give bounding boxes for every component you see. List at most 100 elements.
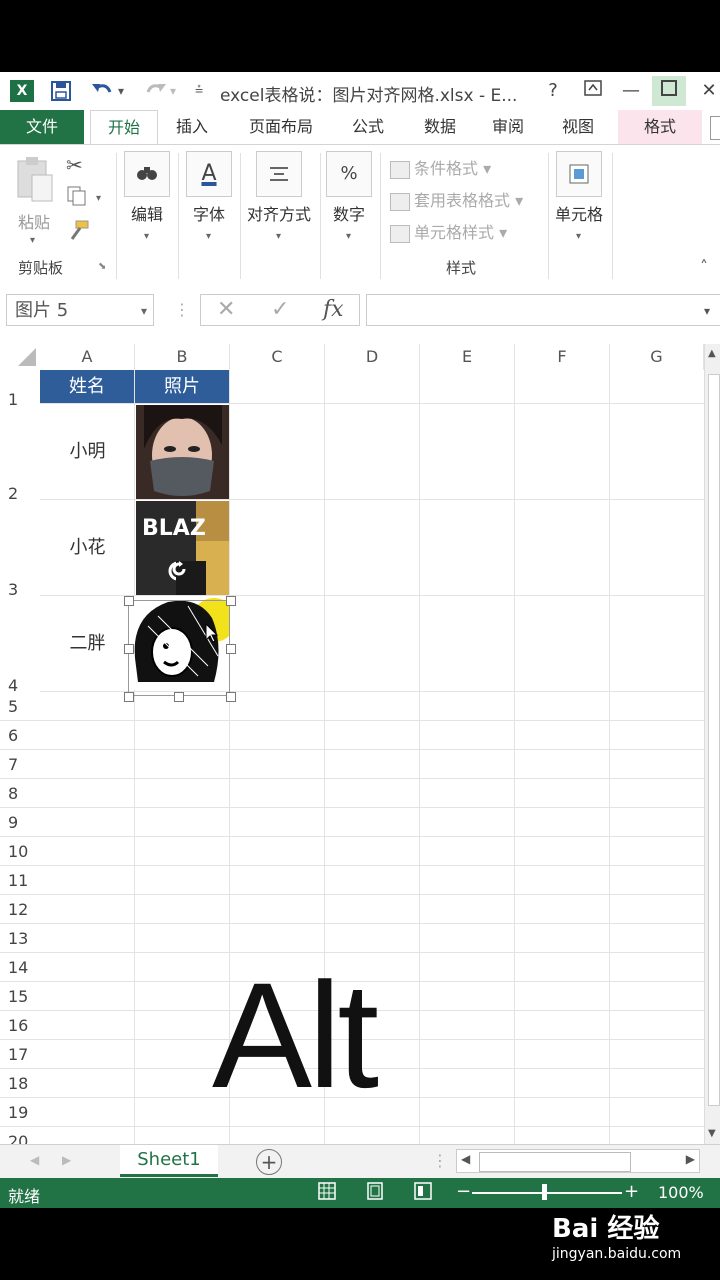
prev-sheet-icon[interactable]: ◀ bbox=[30, 1153, 39, 1167]
cells-dropdown-icon[interactable]: ▾ bbox=[576, 231, 581, 242]
row-header-3[interactable]: 3 bbox=[0, 500, 40, 599]
row-header-8[interactable]: 8 bbox=[0, 779, 40, 808]
redo-dropdown-icon[interactable]: ▾ bbox=[170, 84, 176, 98]
row-header-20[interactable]: 20 bbox=[0, 1127, 40, 1144]
column-header-f[interactable]: F bbox=[515, 344, 610, 370]
tab-split-icon[interactable]: ⋮ bbox=[432, 1151, 448, 1170]
customize-icon[interactable]: ⩮ bbox=[195, 82, 203, 98]
tab-format[interactable]: 格式 bbox=[618, 110, 702, 144]
format-painter-icon[interactable] bbox=[66, 219, 90, 245]
resize-handle[interactable] bbox=[174, 692, 184, 702]
page-layout-icon[interactable] bbox=[366, 1182, 384, 1204]
worksheet-grid[interactable]: A B C D E F G 1 2 3 4 5 6 7 8 9 10 11 12… bbox=[0, 344, 720, 1144]
tab-insert[interactable]: 插入 bbox=[162, 110, 222, 144]
resize-handle[interactable] bbox=[226, 596, 236, 606]
rotate-handle-icon[interactable] bbox=[170, 560, 188, 582]
number-dropdown-icon[interactable]: ▾ bbox=[346, 231, 351, 242]
name-box-dropdown-icon[interactable]: ▾ bbox=[141, 295, 147, 327]
row-header-17[interactable]: 17 bbox=[0, 1040, 40, 1069]
row-header-19[interactable]: 19 bbox=[0, 1098, 40, 1127]
tab-home[interactable]: 开始 bbox=[90, 110, 158, 145]
zoom-in-button[interactable]: + bbox=[624, 1181, 639, 1202]
name-cell[interactable]: 小明 bbox=[40, 404, 135, 500]
drag-handle-icon[interactable]: ⋮ bbox=[174, 300, 190, 319]
editing-dropdown-icon[interactable]: ▾ bbox=[144, 231, 149, 242]
resize-handle[interactable] bbox=[124, 692, 134, 702]
scroll-up-icon[interactable]: ▲ bbox=[708, 348, 716, 359]
cancel-icon[interactable]: ✕ bbox=[217, 297, 235, 322]
scroll-thumb[interactable] bbox=[708, 374, 720, 1106]
close-icon[interactable]: ✕ bbox=[692, 76, 720, 106]
column-header-e[interactable]: E bbox=[420, 344, 515, 370]
scroll-down-icon[interactable]: ▼ bbox=[708, 1128, 716, 1139]
cells-label[interactable]: 单元格 bbox=[550, 201, 608, 225]
row-header-4[interactable]: 4 bbox=[0, 596, 40, 695]
row-header-14[interactable]: 14 bbox=[0, 953, 40, 982]
tab-formulas[interactable]: 公式 bbox=[338, 110, 398, 144]
sheet-tab[interactable]: Sheet1 bbox=[120, 1145, 218, 1177]
vertical-scrollbar[interactable]: ▲ ▼ bbox=[704, 344, 720, 1144]
row-header-7[interactable]: 7 bbox=[0, 750, 40, 779]
next-sheet-icon[interactable]: ▶ bbox=[62, 1153, 71, 1167]
row-header-2[interactable]: 2 bbox=[0, 404, 40, 503]
name-cell[interactable]: 二胖 bbox=[40, 596, 135, 692]
select-all-corner[interactable] bbox=[0, 344, 40, 370]
header-photo-cell[interactable]: 照片 bbox=[135, 370, 230, 404]
row-header-15[interactable]: 15 bbox=[0, 982, 40, 1011]
enter-icon[interactable]: ✓ bbox=[271, 297, 289, 322]
zoom-slider[interactable] bbox=[472, 1192, 622, 1194]
cells-icon[interactable] bbox=[556, 151, 602, 197]
collapse-ribbon-icon[interactable]: ˄ bbox=[700, 257, 708, 276]
expand-formula-icon[interactable]: ▾ bbox=[704, 304, 710, 318]
scroll-right-icon[interactable]: ▶ bbox=[686, 1152, 695, 1166]
save-icon[interactable] bbox=[50, 80, 72, 107]
minimize-icon[interactable]: — bbox=[614, 76, 648, 106]
row-header-13[interactable]: 13 bbox=[0, 924, 40, 953]
conditional-format-button[interactable]: 条件格式 ▾ bbox=[390, 155, 491, 179]
help-button[interactable]: ? bbox=[536, 76, 570, 106]
row-header-1[interactable]: 1 bbox=[0, 370, 40, 409]
header-name-cell[interactable]: 姓名 bbox=[40, 370, 135, 404]
find-icon[interactable] bbox=[124, 151, 170, 197]
hscroll-thumb[interactable] bbox=[479, 1152, 631, 1172]
clipboard-launcher-icon[interactable]: ⬊ bbox=[98, 261, 106, 272]
row-header-9[interactable]: 9 bbox=[0, 808, 40, 837]
fx-icon[interactable]: fx bbox=[323, 297, 344, 322]
paste-label[interactable]: 粘贴 bbox=[14, 209, 54, 233]
ribbon-display-icon[interactable] bbox=[576, 76, 610, 106]
tab-overflow[interactable] bbox=[710, 116, 720, 140]
column-header-c[interactable]: C bbox=[230, 344, 325, 370]
tab-file[interactable]: 文件 bbox=[0, 110, 84, 144]
alignment-dropdown-icon[interactable]: ▾ bbox=[276, 231, 281, 242]
resize-handle[interactable] bbox=[124, 644, 134, 654]
column-header-g[interactable]: G bbox=[610, 344, 704, 370]
maximize-icon[interactable] bbox=[652, 76, 686, 106]
cell-styles-button[interactable]: 单元格样式 ▾ bbox=[390, 219, 507, 243]
resize-handle[interactable] bbox=[124, 596, 134, 606]
align-icon[interactable] bbox=[256, 151, 302, 197]
excel-app-icon[interactable]: X bbox=[10, 80, 34, 102]
tab-view[interactable]: 视图 bbox=[548, 110, 608, 144]
undo-icon[interactable] bbox=[90, 80, 116, 107]
redo-icon[interactable] bbox=[142, 80, 168, 107]
number-label[interactable]: 数字 bbox=[326, 201, 372, 225]
resize-handle[interactable] bbox=[226, 644, 236, 654]
zoom-slider-thumb[interactable] bbox=[542, 1184, 547, 1200]
tab-page-layout[interactable]: 页面布局 bbox=[238, 110, 324, 144]
row-header-11[interactable]: 11 bbox=[0, 866, 40, 895]
cut-icon[interactable]: ✂ bbox=[66, 153, 83, 177]
add-sheet-button[interactable]: + bbox=[256, 1149, 282, 1175]
tab-review[interactable]: 审阅 bbox=[478, 110, 538, 144]
row-header-5[interactable]: 5 bbox=[0, 692, 40, 721]
zoom-level[interactable]: 100% bbox=[658, 1183, 704, 1202]
selection-frame[interactable] bbox=[128, 600, 230, 696]
column-header-b[interactable]: B bbox=[135, 344, 230, 370]
zoom-out-button[interactable]: − bbox=[456, 1181, 471, 1202]
format-as-table-button[interactable]: 套用表格格式 ▾ bbox=[390, 187, 523, 211]
tab-data[interactable]: 数据 bbox=[410, 110, 470, 144]
font-dropdown-icon[interactable]: ▾ bbox=[206, 231, 211, 242]
copy-dropdown-icon[interactable]: ▾ bbox=[96, 193, 101, 204]
scroll-left-icon[interactable]: ◀ bbox=[461, 1152, 470, 1166]
paste-icon[interactable] bbox=[14, 155, 54, 207]
resize-handle[interactable] bbox=[226, 692, 236, 702]
